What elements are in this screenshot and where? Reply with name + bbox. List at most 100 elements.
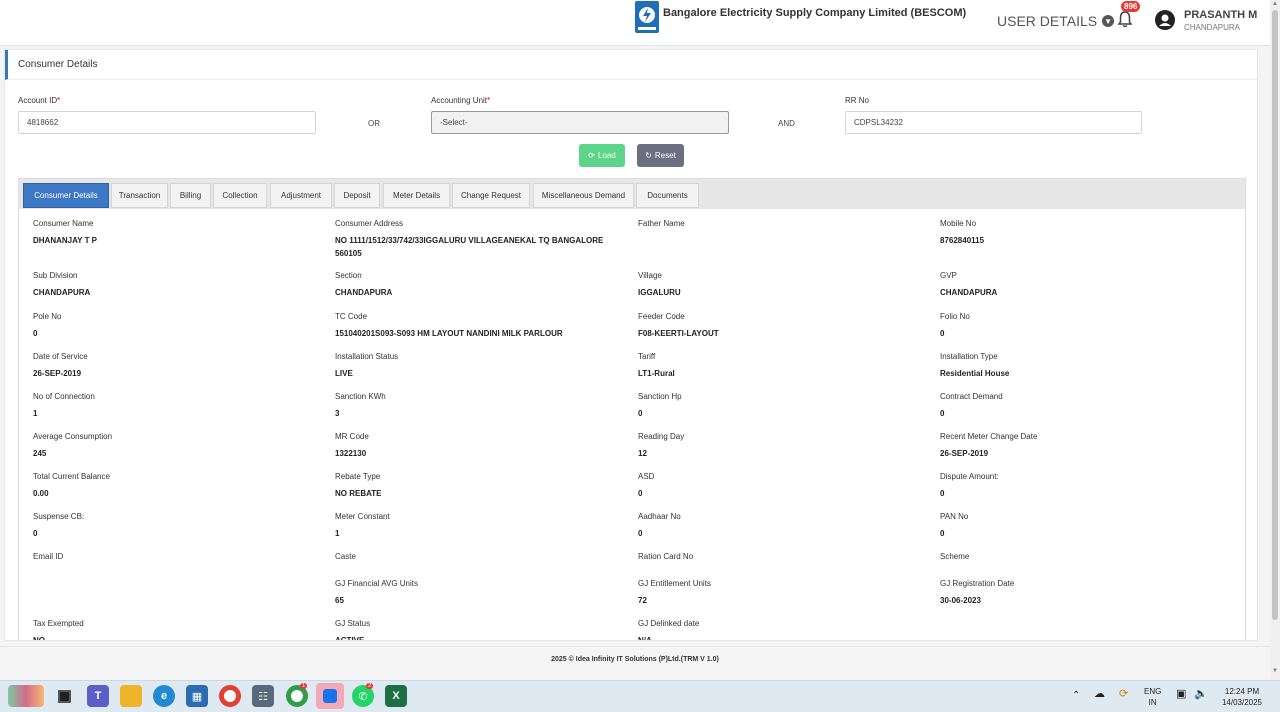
field-value-gj-status-41: ACTIVE	[335, 636, 365, 641]
field-value-no-of-connection-16: 1	[33, 409, 38, 418]
file-explorer-icon[interactable]	[120, 685, 142, 707]
load-button-label: Load	[597, 151, 616, 160]
consumer-details-card: Consumer Details Account ID* 4818662 OR …	[4, 49, 1258, 641]
field-value-recent-meter-change-date-23: 26-SEP-2019	[940, 449, 989, 458]
tab-documents[interactable]: Documents	[636, 183, 699, 208]
field-label-caste-33: Caste	[335, 552, 356, 561]
windows-taskbar: T e ▦ ☷ 1 ✆ 2 X ⌃ ☁ ⟳ ENG IN ▣ 🔈 12:24 P…	[0, 680, 1280, 712]
details-panel: Consumer Details Transaction Billing Col…	[18, 178, 1246, 641]
field-value-asd-26: 0	[638, 489, 643, 498]
field-value-suspense-cb-28: 0	[33, 529, 38, 538]
field-label-mobile-no-3: Mobile No	[940, 219, 977, 228]
network-icon[interactable]: ▣	[1176, 689, 1186, 700]
field-value-contract-demand-19: 0	[940, 409, 945, 418]
field-label-pole-no-8: Pole No	[33, 312, 62, 321]
field-value-average-consumption-20: 245	[33, 449, 47, 458]
tab-change-request[interactable]: Change Request	[452, 183, 530, 208]
reset-button[interactable]: ↻ Reset	[637, 144, 684, 167]
account-id-label: Account ID*	[18, 96, 61, 105]
chrome-icon[interactable]	[219, 685, 241, 707]
tab-bar: Consumer Details Transaction Billing Col…	[19, 179, 1245, 209]
tab-deposit[interactable]: Deposit	[334, 183, 380, 208]
field-label-installation-status-13: Installation Status	[335, 352, 399, 361]
scroll-down-icon[interactable]: ▼	[1271, 668, 1279, 674]
user-details-label: USER DETAILS	[997, 13, 1098, 29]
field-value-gj-registration-date-39: 30-06-2023	[940, 596, 981, 605]
reset-button-label: Reset	[654, 151, 676, 160]
tab-consumer-details[interactable]: Consumer Details	[23, 183, 109, 208]
field-label-gj-delinked-date-42: GJ Delinked date	[638, 619, 700, 628]
teams-icon[interactable]: T	[87, 685, 109, 707]
field-label-gvp-7: GVP	[940, 271, 957, 280]
field-value-gvp-7: CHANDAPURA	[940, 288, 998, 297]
tab-billing[interactable]: Billing	[170, 183, 211, 208]
volume-icon[interactable]: 🔈	[1194, 689, 1208, 700]
user-details-menu[interactable]: USER DETAILS ▼	[997, 13, 1115, 29]
language-indicator[interactable]: ENG IN	[1144, 686, 1161, 708]
bescom-logo-icon	[635, 1, 659, 33]
field-label-sanction-hp-18: Sanction Hp	[638, 392, 682, 401]
field-label-no-of-connection-16: No of Connection	[33, 392, 95, 401]
field-value-installation-status-13: LIVE	[335, 369, 353, 378]
scroll-up-icon[interactable]: ▲	[1271, 1, 1279, 7]
edge-icon[interactable]: e	[153, 685, 175, 707]
field-label-tc-code-9: TC Code	[335, 312, 368, 321]
field-label-tariff-14: Tariff	[638, 352, 656, 361]
clock[interactable]: 12:24 PM 14/03/2025	[1216, 686, 1268, 708]
widgets-icon[interactable]	[8, 685, 44, 707]
field-label-dispute-amount-27: Dispute Amount:	[940, 472, 999, 481]
field-label-village-6: Village	[638, 271, 662, 280]
field-label-sanction-kwh-17: Sanction KWh	[335, 392, 386, 401]
field-label-gj-financial-avg-units-37: GJ Financial AVG Units	[335, 579, 418, 588]
tab-adjustment[interactable]: Adjustment	[270, 183, 332, 208]
field-value-meter-constant-29: 1	[335, 529, 340, 538]
account-id-input[interactable]: 4818662	[18, 111, 316, 134]
tab-meter-details[interactable]: Meter Details	[383, 183, 450, 208]
field-label-total-current-balance-24: Total Current Balance	[33, 472, 110, 481]
accounting-unit-label: Accounting Unit*	[431, 96, 491, 105]
field-label-asd-26: ASD	[638, 472, 655, 481]
field-value-tariff-14: LT1-Rural	[638, 369, 675, 378]
field-label-mr-code-21: MR Code	[335, 432, 369, 441]
field-label-scheme-35: Scheme	[940, 552, 970, 561]
field-value-gj-delinked-date-42: N/A	[638, 636, 652, 641]
field-label-ration-card-no-34: Ration Card No	[638, 552, 694, 561]
field-label-sub-division-4: Sub Division	[33, 271, 78, 280]
store-icon[interactable]: ▦	[186, 685, 208, 707]
field-value-aadhaar-no-30: 0	[638, 529, 643, 538]
field-label-gj-status-41: GJ Status	[335, 619, 371, 628]
field-value-installation-type-15: Residential House	[940, 369, 1010, 378]
app-icon-active[interactable]	[316, 683, 344, 709]
accounting-unit-select[interactable]: -Select-	[431, 111, 729, 134]
rr-no-input[interactable]: CDPSL34232	[845, 111, 1142, 134]
chrome-badge: 1	[300, 683, 308, 689]
chevron-up-icon[interactable]: ⌃	[1072, 690, 1080, 701]
field-value-tc-code-9: 151040201S093-S093 HM LAYOUT NANDINI MIL…	[335, 329, 563, 338]
tab-collection[interactable]: Collection	[213, 183, 267, 208]
and-separator: AND	[778, 119, 795, 128]
field-value-sanction-kwh-17: 3	[335, 409, 340, 418]
field-label-meter-constant-29: Meter Constant	[335, 512, 390, 521]
field-label-suspense-cb-28: Suspense CB:	[33, 512, 85, 521]
user-name: PRASANTH M	[1184, 9, 1258, 21]
spinner-icon: ⟳	[588, 151, 595, 160]
page-scrollbar[interactable]: ▲ ▼	[1270, 0, 1280, 680]
field-value-gj-entitlement-units-38: 72	[638, 596, 647, 605]
field-label-consumer-name-0: Consumer Name	[33, 219, 94, 228]
calculator-icon[interactable]: ☷	[252, 685, 274, 707]
field-value-pole-no-8: 0	[33, 329, 38, 338]
cloud-icon[interactable]: ☁	[1094, 689, 1105, 700]
load-button[interactable]: ⟳ Load	[579, 144, 625, 167]
field-label-folio-no-11: Folio No	[940, 312, 970, 321]
company-name: Bangalore Electricity Supply Company Lim…	[663, 7, 967, 19]
sync-icon[interactable]: ⟳	[1119, 689, 1128, 700]
user-avatar-icon[interactable]	[1155, 10, 1175, 30]
bell-icon[interactable]	[1116, 10, 1134, 28]
tab-transaction[interactable]: Transaction	[111, 183, 168, 208]
field-value-sanction-hp-18: 0	[638, 409, 643, 418]
field-value-gj-financial-avg-units-37: 65	[335, 596, 344, 605]
task-view-icon[interactable]	[53, 685, 75, 707]
excel-icon[interactable]: X	[385, 685, 407, 707]
tab-miscellaneous-demand[interactable]: Miscellaneous Demand	[533, 183, 634, 208]
scrollbar-thumb[interactable]	[1272, 10, 1278, 620]
